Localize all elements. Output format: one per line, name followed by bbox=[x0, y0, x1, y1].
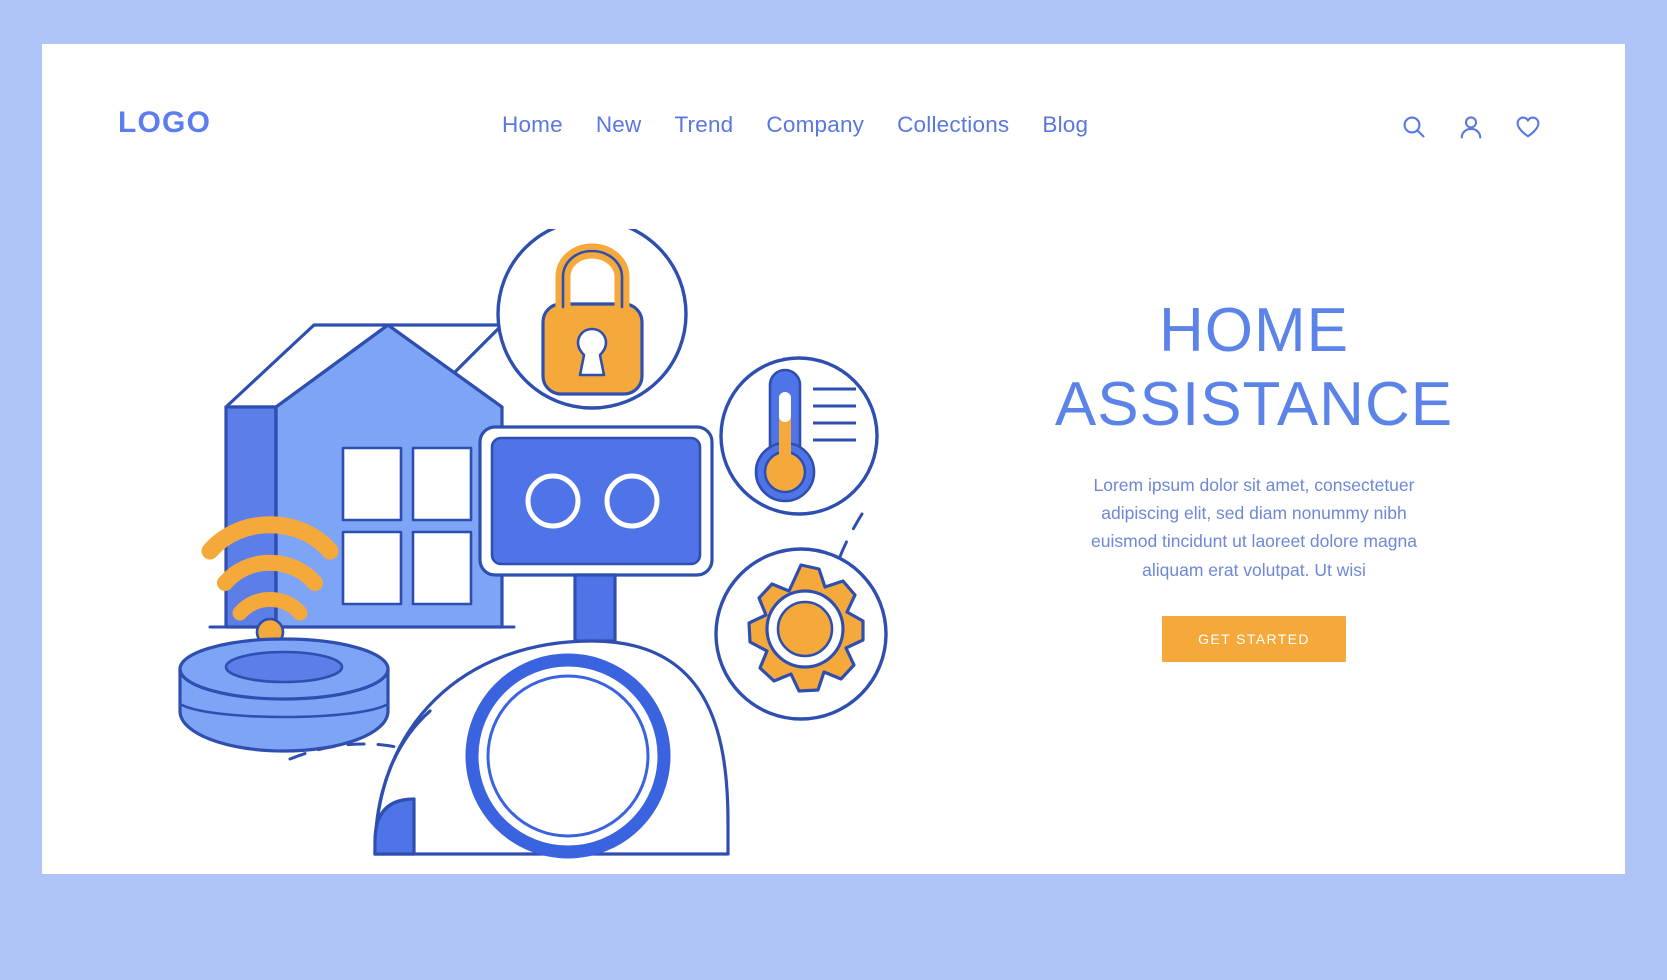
logo[interactable]: LOGO bbox=[118, 106, 211, 140]
search-icon[interactable] bbox=[1399, 112, 1429, 142]
page-root: LOGO Home New Trend Company Collections … bbox=[0, 0, 1667, 980]
page-canvas: LOGO Home New Trend Company Collections … bbox=[42, 44, 1625, 874]
nav-item-company[interactable]: Company bbox=[766, 112, 864, 138]
page-title: HOME ASSISTANCE bbox=[1004, 294, 1504, 443]
user-icon[interactable] bbox=[1456, 112, 1486, 142]
headline-line-1: HOME bbox=[1159, 296, 1349, 365]
nav-item-new[interactable]: New bbox=[596, 112, 642, 138]
nav-item-collections[interactable]: Collections bbox=[897, 112, 1009, 138]
get-started-button[interactable]: GET STARTED bbox=[1162, 616, 1346, 663]
hero-paragraph: Lorem ipsum dolor sit amet, consectetuer… bbox=[1091, 474, 1417, 580]
nav-item-home[interactable]: Home bbox=[502, 112, 563, 138]
main-navigation: Home New Trend Company Collections Blog bbox=[502, 112, 1088, 138]
hero-text-block: HOME ASSISTANCE Lorem ipsum dolor sit am… bbox=[1004, 294, 1504, 663]
nav-item-blog[interactable]: Blog bbox=[1042, 112, 1088, 138]
nav-item-trend[interactable]: Trend bbox=[674, 112, 733, 138]
hero-illustration: .ol { stroke:#2f4fb0; stroke-width:3.2; … bbox=[162, 218, 962, 874]
header-icons bbox=[1399, 112, 1543, 142]
heart-icon[interactable] bbox=[1513, 112, 1543, 142]
headline-line-2: ASSISTANCE bbox=[1054, 370, 1454, 440]
site-header: LOGO Home New Trend Company Collections … bbox=[42, 44, 1625, 194]
